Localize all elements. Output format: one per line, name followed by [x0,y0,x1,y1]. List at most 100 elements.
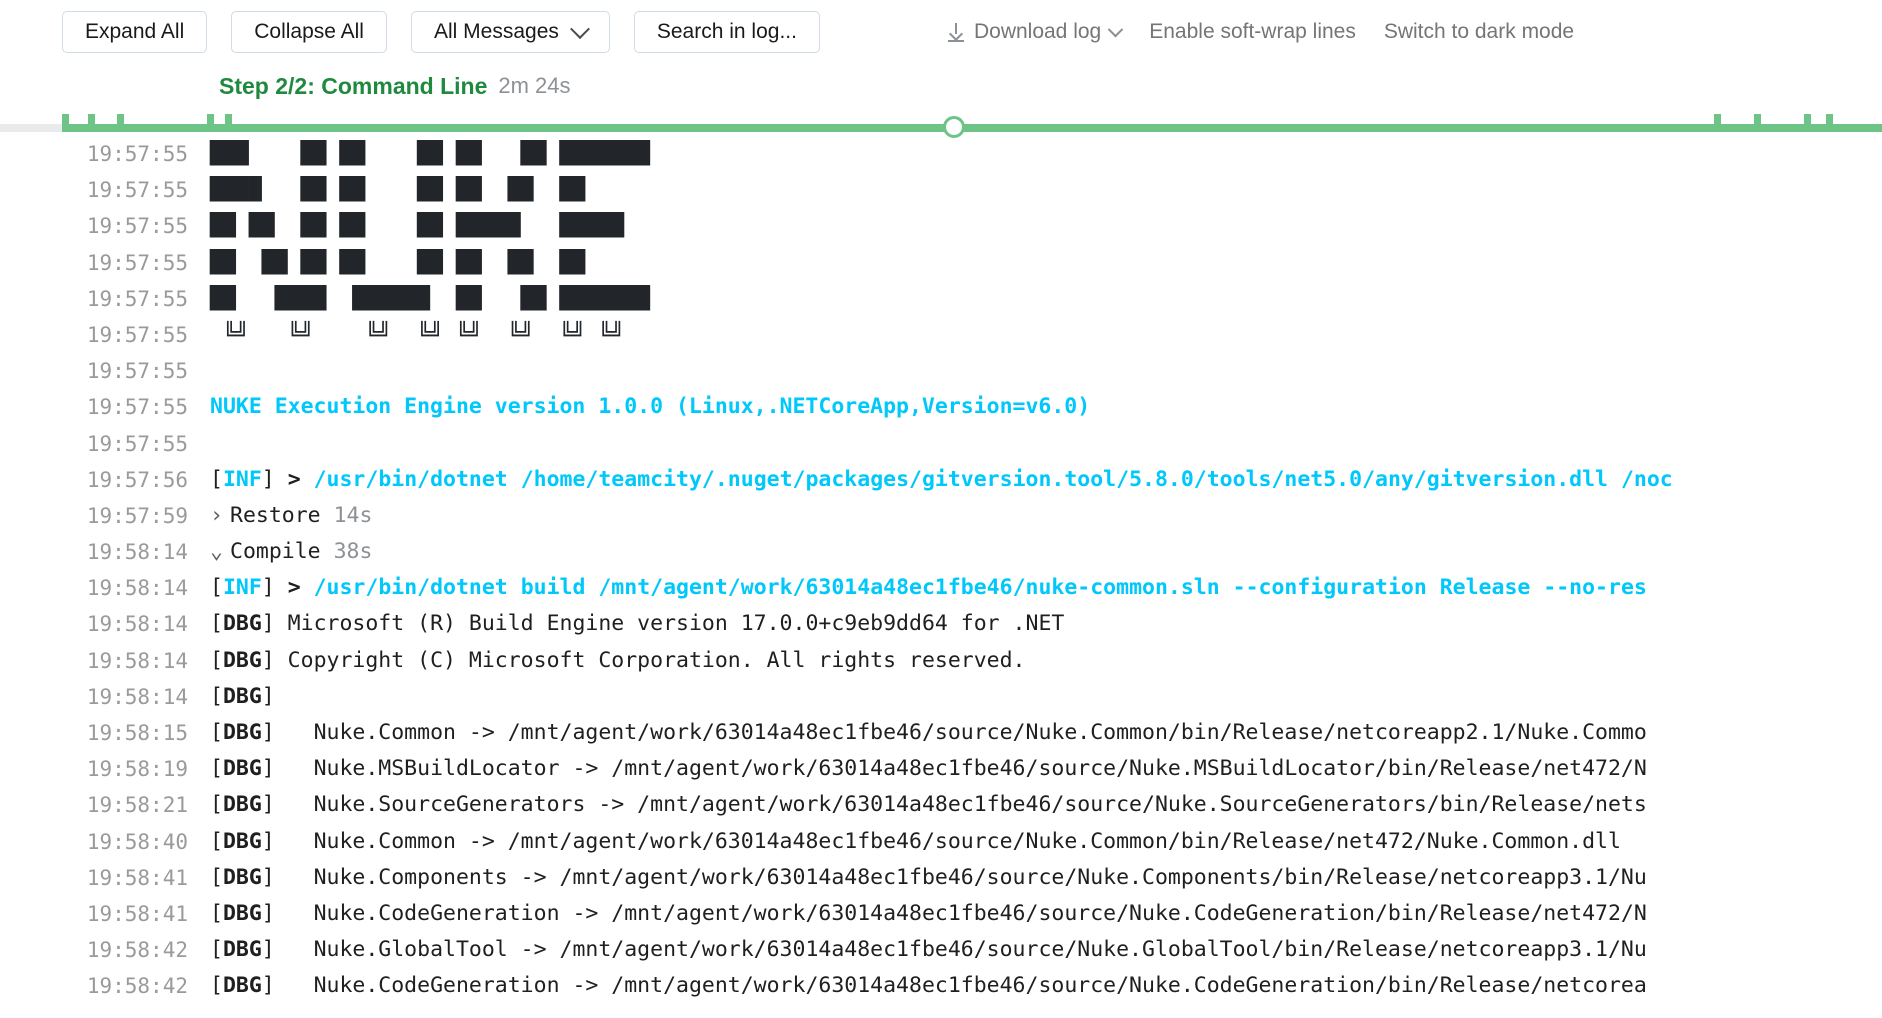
log-timestamp: 19:57:55 [86,250,188,275]
log-timestamp: 19:57:55 [86,431,188,456]
debug-line: [DBG] Nuke.CodeGeneration -> /mnt/agent/… [210,900,1647,926]
download-log-label: Download log [973,20,1102,43]
log-line: 19:57:55 ██ ██ ██ ██ ██ █████ █████ [0,208,1882,244]
soft-wrap-toggle[interactable]: Enable soft-wrap lines [1149,20,1356,44]
log-block-name[interactable]: Compile [230,539,321,564]
log-line: 19:57:55 [0,353,1882,389]
debug-line: [DBG] Nuke.MSBuildLocator -> /mnt/agent/… [210,756,1647,782]
debug-line: [DBG] Nuke.GlobalTool -> /mnt/agent/work… [210,937,1647,963]
download-icon [947,22,965,42]
command-line-entry: [INF] > /usr/bin/dotnet build /mnt/agent… [210,575,1647,601]
log-message [188,353,1882,389]
log-timestamp: 19:57:55 [86,142,188,166]
log-timestamp: 19:57:56 [86,467,188,492]
search-in-log-button[interactable]: Search in log... [633,11,820,53]
log-timestamp: 19:57:55 [86,322,188,347]
log-timestamp: 19:58:42 [86,938,188,963]
log-timestamp: 19:57:55 [86,395,188,420]
log-timestamp: 19:58:41 [86,901,188,926]
log-line: 19:57:55 [0,426,1882,462]
debug-line: [DBG] Nuke.Components -> /mnt/agent/work… [210,864,1647,890]
debug-line: [DBG] Microsoft (R) Build Engine version… [210,611,1065,637]
log-timestamp: 19:57:55 [86,286,188,311]
toolbar-actions: Download log Enable soft-wrap lines Swit… [947,20,1574,44]
engine-version-line: NUKE Execution Engine version 1.0.0 (Lin… [210,394,1091,420]
log-line: 19:57:59 › Restore 14s [0,498,1882,534]
log-timestamp: 19:57:55 [86,214,188,239]
log-timestamp: 19:58:41 [86,865,188,890]
debug-line: [DBG] Nuke.SourceGenerators -> /mnt/agen… [210,792,1647,818]
progress-tick [1714,114,1721,132]
log-timestamp: 19:58:14 [86,648,188,673]
log-timestamp: 19:58:40 [86,829,188,854]
ascii-art-line: ███ ██ ██ ██ ██ ██ ███████ [210,141,651,166]
chevron-down-icon[interactable]: ⌄ [210,534,230,570]
debug-line: [DBG] Nuke.Common -> /mnt/agent/work/630… [210,828,1621,854]
log-timestamp: 19:58:21 [86,793,188,818]
log-line: 19:57:55 NUKE Execution Engine version 1.… [0,389,1882,425]
log-timestamp: 19:58:14 [86,540,188,565]
message-filter-dropdown[interactable]: All Messages [410,11,610,53]
progress-tick [88,114,95,132]
expand-all-button[interactable]: Expand All [62,11,208,53]
log-line: 19:58:14 ⌄ Compile 38s [0,534,1882,570]
log-timestamp: 19:57:55 [86,178,188,203]
log-line: 19:58:41 [DBG] Nuke.CodeGeneration -> /mn… [0,896,1882,932]
progress-tick [1826,114,1833,132]
log-block-duration: 38s [333,539,373,565]
progress-handle[interactable] [942,116,965,138]
log-timestamp: 19:57:55 [86,359,188,384]
log-timestamp: 19:58:42 [86,974,188,999]
log-line: 19:58:42 [DBG] Nuke.CodeGeneration -> /mn… [0,968,1882,1004]
progress-tick [62,114,69,132]
log-line: 19:58:14 [INF] > /usr/bin/dotnet build /m… [0,570,1882,606]
log-output[interactable]: 19:57:55 ███ ██ ██ ██ ██ ██ ███████ 19:57:… [0,136,1882,1010]
log-timestamp: 19:58:15 [86,721,188,745]
log-line: 19:58:42 [DBG] Nuke.GlobalTool -> /mnt/ag… [0,932,1882,968]
log-line: 19:58:15 [DBG] Nuke.Common -> /mnt/agent/… [0,715,1882,751]
log-timestamp: 19:57:59 [86,503,188,528]
progress-tick [1754,114,1761,132]
log-line: 19:58:14 [DBG] [0,679,1882,715]
log-timestamp: 19:58:19 [86,757,188,782]
ascii-art-line: ╚╝ ╚╝ ╚╝ ╚╝ ╚╝ ╚╝ ╚╝ ╚╝ [210,321,625,347]
log-toolbar: Expand All Collapse All All Messages Sea… [0,0,1882,64]
log-block-name[interactable]: Restore [230,503,321,528]
progress-tick [1804,114,1811,132]
log-timestamp: 19:58:14 [86,576,188,601]
chevron-right-icon[interactable]: › [210,498,230,534]
debug-line: [DBG] Nuke.Common -> /mnt/agent/work/630… [210,720,1647,745]
log-line: 19:57:55 ╚╝ ╚╝ ╚╝ ╚╝ ╚╝ ╚╝ ╚╝ ╚╝ [0,317,1882,353]
command-line-entry: [INF] > /usr/bin/dotnet /home/teamcity/.… [210,466,1673,492]
dark-mode-toggle[interactable]: Switch to dark mode [1384,20,1574,44]
step-title: Step 2/2: Command Line [219,72,488,99]
log-line: 19:58:40 [DBG] Nuke.Common -> /mnt/agent/… [0,824,1882,860]
progress-tick [207,114,214,132]
log-block-duration: 14s [333,502,373,528]
ascii-art-line: ██ ██ ██ ██ ██ █████ █████ [210,213,625,239]
log-line: 19:57:55 ██ ██ ██ ██ ██ ██ ██ ██ [0,245,1882,281]
debug-line: [DBG] Copyright (C) Microsoft Corporatio… [210,647,1026,673]
step-progress-bar[interactable] [0,108,1882,138]
download-log-link[interactable]: Download log [947,20,1124,44]
log-message [188,426,1882,462]
chevron-down-icon [1107,21,1124,37]
progress-fill [62,124,1882,132]
step-header: Step 2/2: Command Line 2m 24s [0,64,1882,108]
step-duration: 2m 24s [498,73,571,98]
log-block-header[interactable]: › Restore 14s [188,498,1882,534]
ascii-art-line: ██ ██ ██ ██ ██ ██ ██ ██ [210,249,586,275]
message-filter-label: All Messages [433,20,559,43]
log-line: 19:57:56 [INF] > /usr/bin/dotnet /home/te… [0,462,1882,498]
ascii-art-line: ██ ████ ██████ ██ ██ ███████ [210,285,651,311]
log-block-header[interactable]: ⌄ Compile 38s [188,534,1882,570]
debug-line: [DBG] [210,683,275,709]
log-line: 19:58:14 [DBG] Copyright (C) Microsoft Co… [0,643,1882,679]
collapse-all-button[interactable]: Collapse All [231,11,387,53]
log-line: 19:57:55 ██ ████ ██████ ██ ██ ███████ [0,281,1882,317]
progress-tick [225,114,232,132]
progress-tick [117,114,124,132]
log-line: 19:58:19 [DBG] Nuke.MSBuildLocator -> /mn… [0,751,1882,787]
ascii-art-line: ████ ██ ██ ██ ██ ██ ██ [210,177,586,203]
log-timestamp: 19:58:14 [86,684,188,709]
